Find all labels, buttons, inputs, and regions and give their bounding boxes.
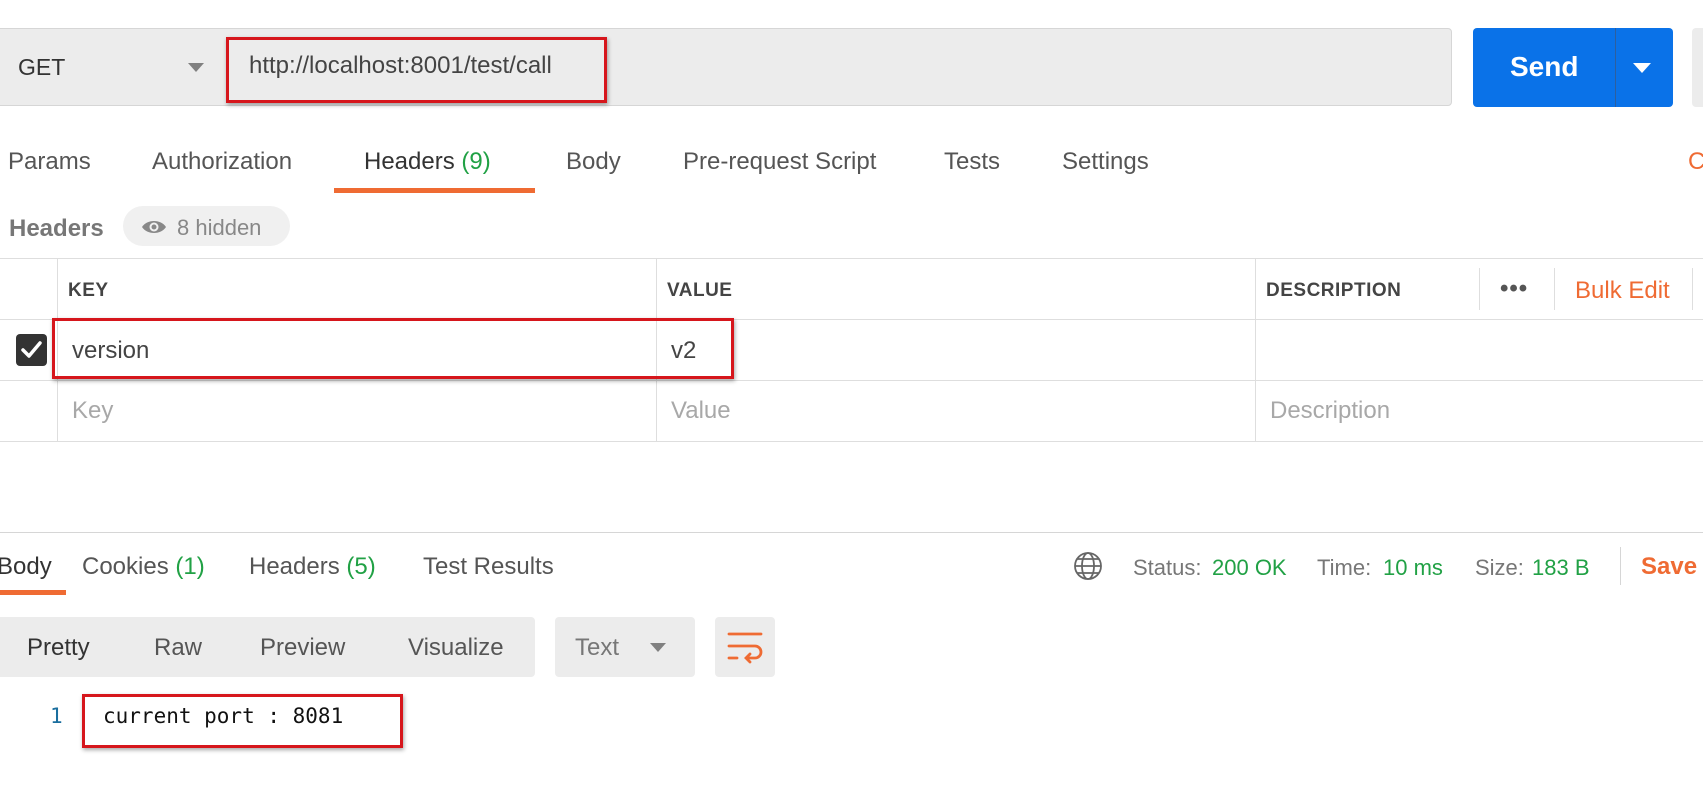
view-pretty[interactable]: Pretty — [27, 634, 90, 662]
tab-settings[interactable]: Settings — [1062, 148, 1149, 176]
size-value: 183 B — [1532, 555, 1590, 580]
headers-title: Headers — [9, 215, 104, 242]
new-value-input[interactable]: Value — [671, 397, 731, 425]
table-row-border — [0, 380, 1703, 381]
tab-headers[interactable]: Headers (9) — [364, 148, 491, 176]
tab-body[interactable]: Body — [566, 148, 621, 176]
time-value: 10 ms — [1383, 555, 1443, 580]
size-label: Size: — [1475, 555, 1524, 580]
wrap-lines-button[interactable] — [715, 617, 775, 677]
col-divider — [1554, 268, 1555, 310]
response-highlight-box — [82, 694, 403, 748]
globe-icon[interactable] — [1073, 551, 1103, 586]
col-divider — [1255, 258, 1256, 441]
method-select[interactable]: GET — [18, 54, 65, 81]
bulk-edit-link[interactable]: Bulk Edit — [1575, 277, 1670, 305]
send-label[interactable]: Send — [1510, 51, 1578, 83]
table-bottom-border — [0, 441, 1703, 442]
response-active-tab-indicator — [0, 590, 66, 595]
status-label: Status: — [1133, 555, 1202, 580]
status-value: 200 OK — [1212, 555, 1287, 580]
tab-authorization[interactable]: Authorization — [152, 148, 292, 176]
status-divider — [1620, 547, 1621, 585]
send-options-chevron-icon[interactable] — [1633, 63, 1651, 73]
eye-icon[interactable] — [141, 218, 167, 241]
column-header-description: DESCRIPTION — [1266, 280, 1402, 301]
new-description-input[interactable]: Description — [1270, 397, 1390, 425]
wrap-icon — [727, 632, 763, 664]
headers-count: (9) — [461, 148, 491, 175]
time-label: Time: — [1317, 555, 1372, 580]
more-options-icon[interactable]: ••• — [1500, 275, 1528, 303]
send-divider — [1615, 28, 1616, 107]
checkmark-icon — [21, 341, 42, 358]
cookies-link[interactable]: C — [1688, 148, 1703, 176]
view-preview[interactable]: Preview — [260, 634, 345, 662]
format-select-label[interactable]: Text — [575, 634, 619, 662]
tab-params[interactable]: Params — [8, 148, 91, 176]
response-tab-headers[interactable]: Headers (5) — [249, 553, 376, 581]
column-header-key: KEY — [68, 280, 109, 301]
view-visualize[interactable]: Visualize — [408, 634, 504, 662]
chevron-down-icon[interactable] — [650, 643, 666, 652]
response-divider — [0, 532, 1703, 533]
header-enabled-checkbox[interactable] — [16, 334, 47, 366]
chevron-down-icon[interactable] — [188, 63, 204, 72]
url-bar — [0, 28, 1452, 106]
response-tab-cookies[interactable]: Cookies (1) — [82, 553, 205, 581]
view-raw[interactable]: Raw — [154, 634, 202, 662]
save-request-button[interactable] — [1692, 28, 1703, 107]
tab-pre-request-script[interactable]: Pre-request Script — [683, 148, 876, 176]
response-tab-test-results[interactable]: Test Results — [423, 553, 554, 581]
column-header-value: VALUE — [667, 280, 733, 301]
table-top-border — [0, 258, 1703, 259]
response-tab-body[interactable]: Body — [0, 553, 52, 581]
col-divider — [1692, 268, 1693, 310]
url-highlight-box — [226, 37, 607, 103]
line-number: 1 — [50, 704, 63, 728]
col-divider — [1479, 268, 1480, 310]
active-tab-indicator — [334, 188, 535, 193]
header-highlight-box — [52, 318, 734, 379]
new-key-input[interactable]: Key — [72, 397, 113, 425]
save-response-button[interactable]: Save — [1641, 553, 1697, 581]
tab-tests[interactable]: Tests — [944, 148, 1000, 176]
hidden-headers-label[interactable]: 8 hidden — [177, 215, 261, 241]
